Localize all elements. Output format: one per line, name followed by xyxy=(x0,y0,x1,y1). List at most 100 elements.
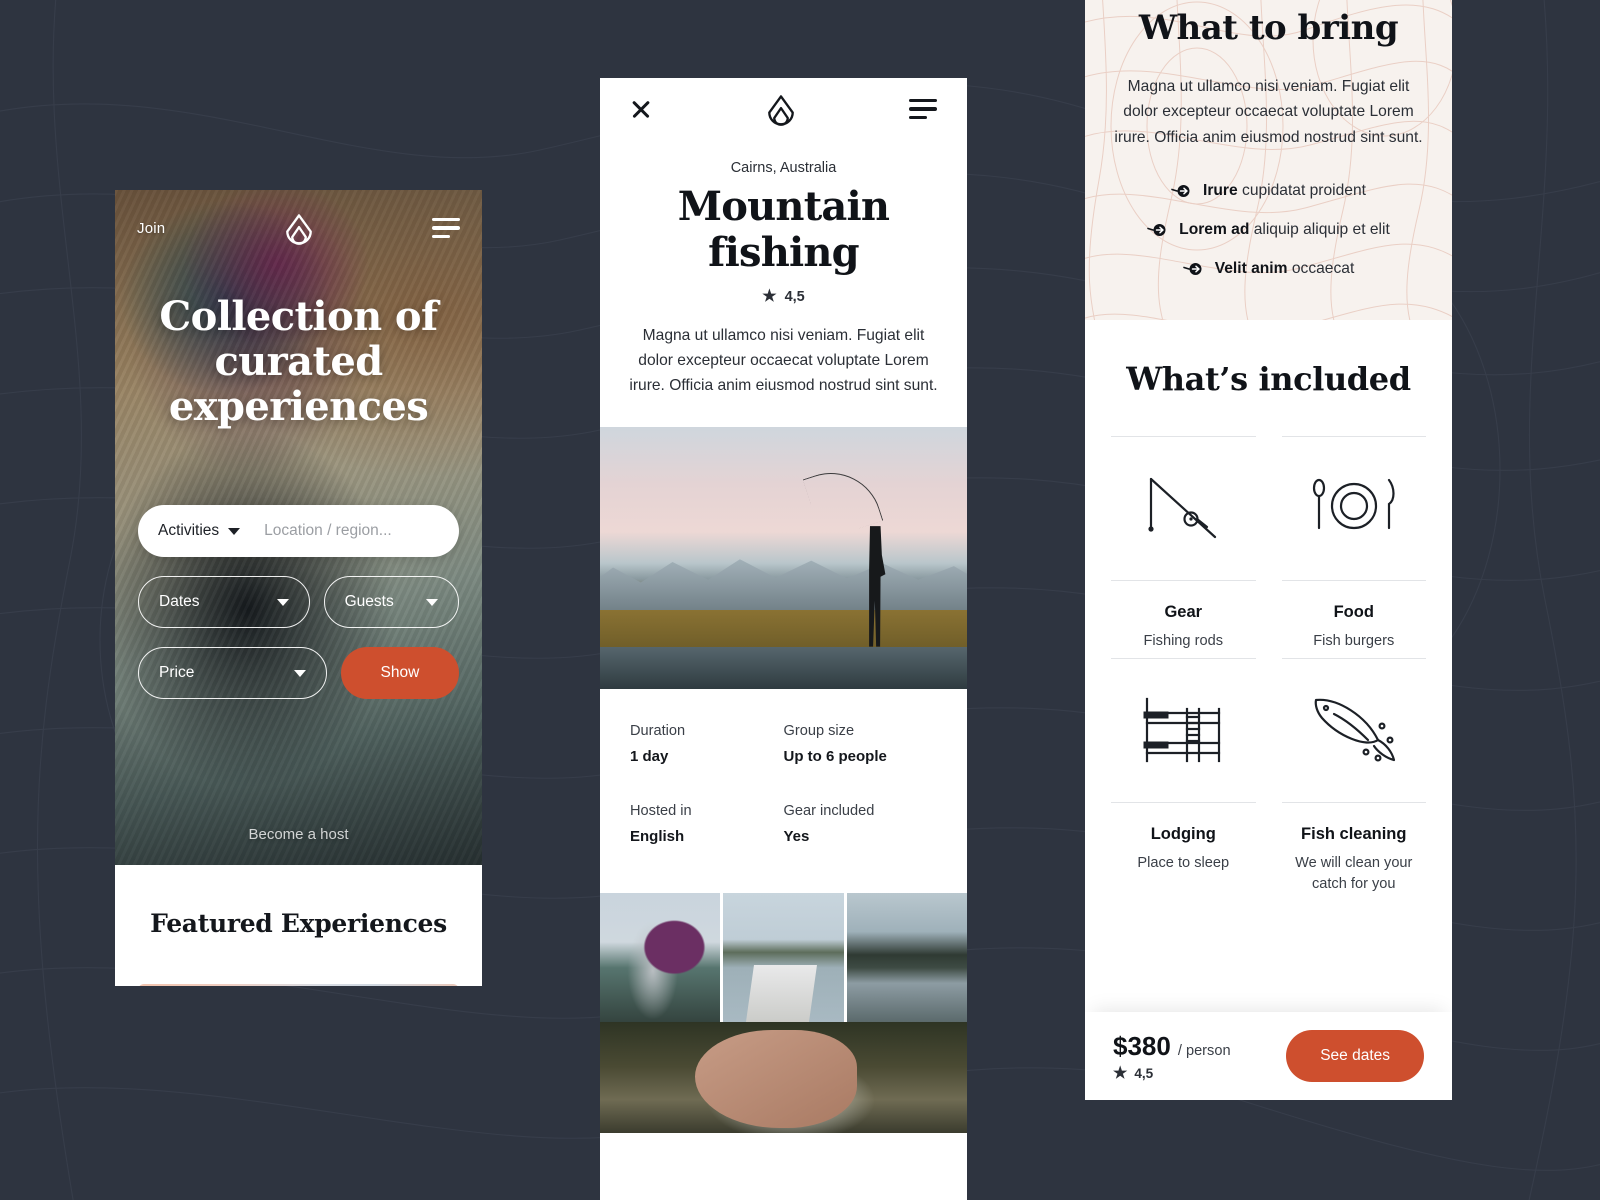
list-item-text: cupidatat proident xyxy=(1242,181,1366,199)
included-cell-food: Food Fish burgers xyxy=(1281,435,1426,658)
join-link[interactable]: Join xyxy=(137,220,165,237)
field-shape xyxy=(600,609,967,652)
tent-logo-icon[interactable] xyxy=(281,210,317,246)
chevron-down-icon xyxy=(426,598,438,606)
show-button[interactable]: Show xyxy=(340,647,459,699)
included-subtitle: Place to sleep xyxy=(1137,854,1230,871)
whats-included-section: What’s included Gear Fishing rods Food F… xyxy=(1085,319,1452,902)
tent-logo-icon[interactable] xyxy=(763,91,799,127)
arrow-circle-icon xyxy=(1147,223,1166,236)
price-bar: $380 / person ★ 4,5 See dates xyxy=(1085,1012,1452,1100)
featured-heading: Featured Experiences xyxy=(150,909,447,938)
arrow-circle-icon xyxy=(1171,184,1190,197)
list-item-strong: Velit anim xyxy=(1214,259,1288,277)
fact-cell: Gear included Yes xyxy=(784,803,938,845)
dates-select[interactable]: Dates xyxy=(138,576,310,628)
become-a-host-link[interactable]: Become a host xyxy=(115,826,482,843)
chevron-down-icon xyxy=(228,527,241,535)
what-to-bring-section: What to bring Magna ut ullamco nisi veni… xyxy=(1085,0,1452,320)
guests-label: Guests xyxy=(344,593,394,610)
star-icon: ★ xyxy=(1113,1064,1128,1082)
search-input-row[interactable]: Activities Location / region... xyxy=(138,505,459,557)
search-panel: Activities Location / region... Dates Gu… xyxy=(138,505,459,699)
list-item-strong: Irure xyxy=(1203,181,1238,199)
category-select-value[interactable]: Activities xyxy=(158,522,219,540)
experience-facts-grid: Duration 1 day Group size Up to 6 people… xyxy=(600,689,967,853)
fact-value: Up to 6 people xyxy=(783,747,887,765)
detail-header: Cairns, Australia Mountain fishing ★ 4,5… xyxy=(600,140,967,399)
included-title: Food xyxy=(1333,602,1374,621)
fact-label: Gear included xyxy=(783,802,875,819)
detail-top-bar xyxy=(600,78,967,140)
star-icon: ★ xyxy=(762,287,777,305)
gallery-thumbnail[interactable] xyxy=(723,892,844,1022)
what-to-bring-heading: What to bring xyxy=(1138,8,1399,48)
phone-screen-included: What to bring Magna ut ullamco nisi veni… xyxy=(1085,0,1452,1100)
price-block: $380 / person ★ 4,5 xyxy=(1113,1031,1231,1082)
hamburger-menu-icon[interactable] xyxy=(431,217,460,239)
home-hero: Join Collection of curated experiences A… xyxy=(115,190,482,865)
experience-description: Magna ut ullamco nisi veniam. Fugiat eli… xyxy=(629,326,938,395)
photo-gallery xyxy=(600,892,967,1022)
mountain-range-shape xyxy=(600,559,967,616)
home-top-bar: Join xyxy=(115,208,482,248)
list-item: Velit anim occaecat xyxy=(1113,260,1424,278)
what-to-bring-list: Irure cupidatat proident Lorem ad aliqui… xyxy=(1113,182,1424,278)
fact-cell: Hosted in English xyxy=(630,803,784,845)
experience-hero-photo[interactable] xyxy=(600,426,967,689)
hamburger-menu-icon[interactable] xyxy=(909,98,937,120)
fact-label: Hosted in xyxy=(630,802,692,819)
price-amount-row: $380 / person xyxy=(1113,1031,1231,1062)
dates-label: Dates xyxy=(159,593,200,610)
fishing-rod-icon xyxy=(1148,478,1217,539)
gallery-thumbnail[interactable] xyxy=(600,892,721,1022)
experience-title: Mountain fishing xyxy=(677,183,890,277)
list-item-text: aliquip aliquip et elit xyxy=(1253,220,1390,238)
included-cell-gear: Gear Fishing rods xyxy=(1111,435,1256,658)
featured-experience-card[interactable] xyxy=(138,984,459,986)
chevron-down-icon xyxy=(276,598,289,606)
list-item: Lorem ad aliquip aliquip et elit xyxy=(1113,221,1424,239)
featured-experiences-section: Featured Experiences xyxy=(115,865,482,986)
fact-value: Yes xyxy=(783,827,810,845)
plate-cutlery-icon xyxy=(1312,479,1395,530)
chevron-down-icon xyxy=(293,669,306,677)
fact-label: Group size xyxy=(783,722,855,739)
list-item: Irure cupidatat proident xyxy=(1113,182,1424,200)
included-title: Fish cleaning xyxy=(1301,824,1407,843)
rating-value: 4,5 xyxy=(1134,1066,1154,1081)
phone-screen-detail: Cairns, Australia Mountain fishing ★ 4,5… xyxy=(600,78,967,1200)
price-label: Price xyxy=(159,664,195,681)
location-input-placeholder[interactable]: Location / region... xyxy=(264,522,392,540)
price-select[interactable]: Price xyxy=(138,647,327,699)
arrow-circle-icon xyxy=(1182,262,1202,275)
guests-select[interactable]: Guests xyxy=(323,576,459,628)
close-icon[interactable] xyxy=(630,98,652,120)
see-dates-button[interactable]: See dates xyxy=(1286,1030,1424,1082)
list-item-text: occaecat xyxy=(1291,259,1355,277)
rating-value: 4,5 xyxy=(784,288,805,305)
what-to-bring-paragraph: Magna ut ullamco nisi veniam. Fugiat eli… xyxy=(1114,78,1423,146)
list-item-strong: Lorem ad xyxy=(1179,220,1250,238)
gallery-thumbnail[interactable] xyxy=(846,892,967,1022)
included-cell-fish-cleaning: Fish cleaning We will clean your catch f… xyxy=(1281,657,1426,901)
included-title: Lodging xyxy=(1150,824,1216,843)
bottom-photo[interactable] xyxy=(600,1021,967,1133)
price-amount: $380 xyxy=(1113,1030,1171,1061)
whats-included-heading: What’s included xyxy=(1126,359,1411,398)
page-title: Collection of curated experiences xyxy=(159,293,438,430)
fish-icon xyxy=(1314,699,1395,762)
fact-value: 1 day xyxy=(630,747,669,765)
phone-screen-home: Join Collection of curated experiences A… xyxy=(115,190,482,986)
included-subtitle: We will clean your catch for you xyxy=(1295,854,1413,893)
fact-label: Duration xyxy=(630,722,686,739)
rating-row: ★ 4,5 xyxy=(626,287,941,305)
water-shape xyxy=(600,646,967,689)
location-label: Cairns, Australia xyxy=(730,160,837,176)
included-subtitle: Fish burgers xyxy=(1313,632,1395,649)
bunk-bed-icon xyxy=(1143,698,1221,763)
included-title: Gear xyxy=(1164,602,1203,621)
price-unit: / person xyxy=(1177,1042,1231,1059)
fact-cell: Group size Up to 6 people xyxy=(784,723,938,765)
included-subtitle: Fishing rods xyxy=(1143,632,1224,649)
